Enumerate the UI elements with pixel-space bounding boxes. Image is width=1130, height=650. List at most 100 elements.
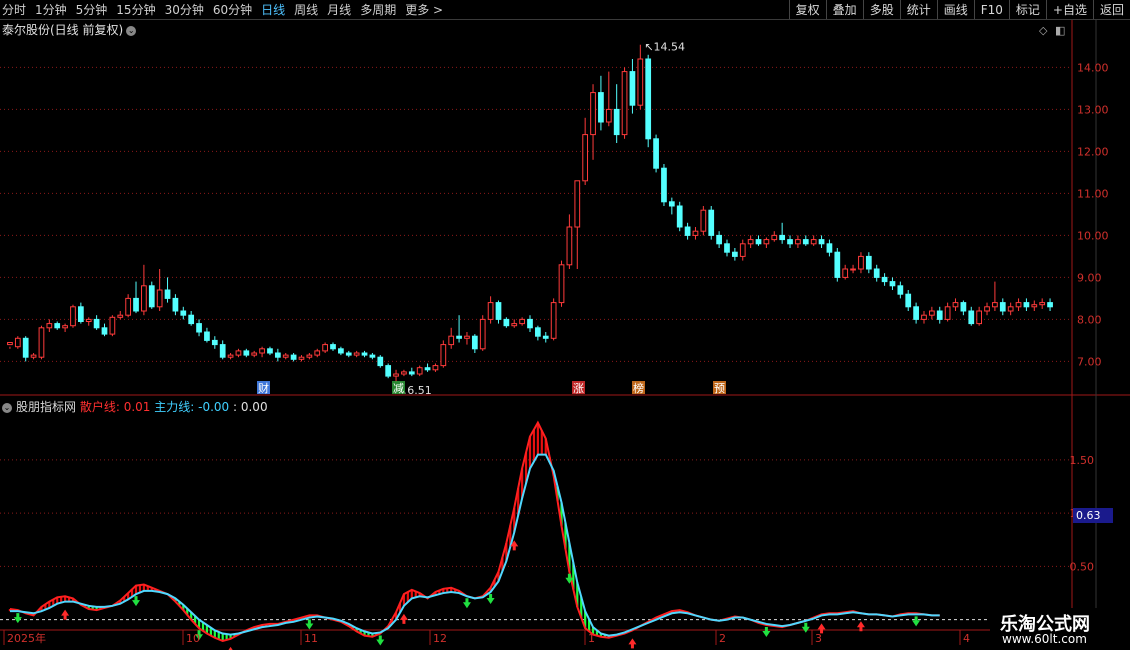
candle-body (598, 92, 604, 123)
candle-body (574, 180, 581, 228)
price-tick-label: 13.00 (1077, 103, 1109, 116)
candle-body (298, 356, 305, 360)
candle-body (133, 297, 139, 312)
candle-body (251, 352, 258, 356)
candle-body (487, 302, 494, 320)
candle-body (471, 335, 478, 350)
candle-body (865, 255, 872, 270)
time-label-4: 1 (588, 632, 595, 645)
candle-body (141, 285, 147, 312)
chart-canvas[interactable]: 14.00 13.00 12.00 11.00 10.00 9.00 8.00 7.00 ↖14… (0, 0, 1130, 650)
layout-icon: ◧ (1055, 24, 1065, 37)
candle-body (290, 354, 297, 360)
candle-body (479, 318, 486, 350)
candle-body (227, 354, 234, 358)
candle-body (1023, 302, 1030, 308)
event-tag-2: 涨 (573, 382, 584, 395)
candle-body (503, 318, 510, 327)
sell-arrow-icon (912, 616, 921, 627)
candle-body (992, 302, 998, 308)
candle-body (401, 371, 407, 375)
candle-body (54, 323, 61, 329)
candle-body (117, 314, 124, 318)
retail-line (9, 420, 940, 643)
candle-body (274, 352, 281, 358)
candle-body (440, 344, 447, 367)
candle-body (464, 335, 470, 339)
candle-body (125, 297, 131, 316)
candle-body (637, 58, 644, 106)
candle-body (385, 365, 392, 377)
candle-body (716, 234, 722, 245)
candle-body (605, 108, 612, 123)
candle-body (259, 348, 265, 354)
candle-body (211, 339, 218, 346)
candle-body (22, 337, 29, 358)
candle-body (771, 234, 778, 241)
candle-body (747, 239, 754, 245)
candle-body (952, 302, 959, 308)
candle-body (101, 327, 108, 335)
candle-body (676, 205, 683, 228)
sell-arrow-icon (801, 622, 810, 633)
sell-arrow-icon (305, 619, 314, 630)
candle-body (330, 344, 336, 350)
candle-body (653, 138, 659, 169)
candle-body (156, 289, 163, 308)
candle-body (1039, 302, 1046, 306)
price-tick-label: 8.00 (1077, 313, 1102, 326)
price-tick-label: 12.00 (1077, 145, 1109, 158)
candle-body (180, 310, 187, 316)
candle-body (968, 310, 975, 325)
candle-body (432, 365, 439, 371)
candle-body (566, 226, 573, 266)
candle-body (684, 226, 691, 236)
candle-body (527, 318, 533, 329)
diamond-icon: ◇ (1039, 24, 1048, 37)
candle-body (416, 367, 423, 375)
candle-body (850, 268, 856, 271)
candle-body (826, 243, 833, 253)
candle-body (393, 373, 399, 377)
watermark-url: www.60lt.com (1002, 632, 1087, 646)
candle-body (818, 239, 825, 245)
event-tag-1: 减 (393, 382, 404, 395)
candle-body (842, 268, 849, 278)
candle-body (755, 239, 762, 245)
candle-body (621, 71, 628, 136)
sell-arrow-icon (376, 635, 385, 646)
candle-body (629, 71, 636, 106)
candle-body (30, 354, 37, 358)
candle-body (550, 302, 557, 339)
price-tick-label: 7.00 (1077, 355, 1102, 368)
price-tick-label: 14.00 (1077, 61, 1109, 74)
candle-body (984, 306, 990, 312)
candle-body (692, 230, 699, 236)
candle-body (511, 323, 518, 327)
candle-body (93, 318, 100, 329)
candle-body (204, 331, 210, 341)
event-tag-3: 榜 (633, 381, 644, 395)
buy-arrow-icon (628, 638, 637, 649)
candle-body (913, 306, 919, 320)
candle-body (700, 209, 707, 232)
candle-body (1007, 306, 1014, 312)
candle-body (732, 251, 738, 257)
candle-body (936, 310, 943, 320)
price-tick-label: 9.00 (1077, 271, 1102, 284)
candle-body (519, 318, 525, 325)
candle-body (873, 268, 880, 278)
candle-body (708, 209, 715, 236)
candle-body (77, 306, 84, 322)
buy-arrow-icon (399, 613, 408, 624)
candle-body (558, 264, 565, 304)
candle-body (14, 337, 21, 348)
candle-body (542, 335, 549, 339)
candle-body (1031, 304, 1038, 308)
indicator-tick-label: 1.50 (1070, 454, 1095, 467)
candle-body (661, 167, 667, 203)
candle-body (172, 297, 179, 312)
candle-body (668, 201, 675, 207)
event-tag-0: 财 (258, 381, 269, 395)
candle-body (1015, 302, 1022, 308)
